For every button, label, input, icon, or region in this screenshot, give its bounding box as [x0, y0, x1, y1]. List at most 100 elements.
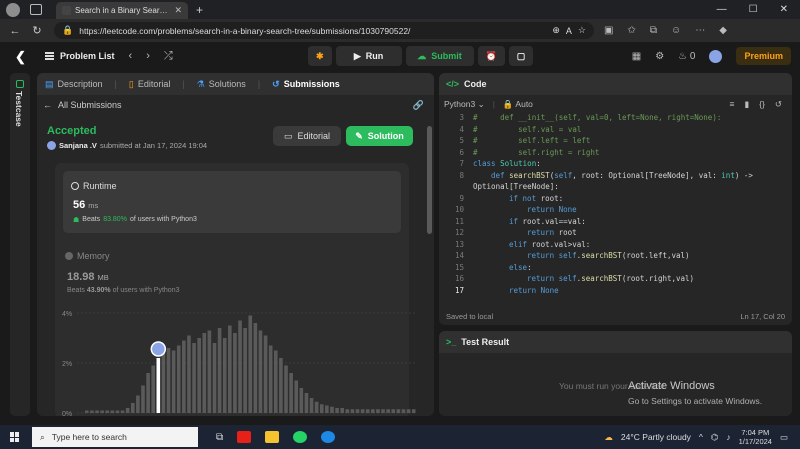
format-icon[interactable]: ≡ [730, 99, 735, 110]
edge-icon[interactable] [321, 431, 336, 443]
chart-bar[interactable] [309, 398, 314, 413]
chart-bar[interactable] [371, 409, 375, 413]
code-line[interactable]: 14 return self.searchBST(root.left,val) [439, 251, 792, 262]
read-aloud-icon[interactable]: A [566, 26, 572, 36]
chart-bar[interactable] [115, 410, 120, 414]
tab-description[interactable]: ▤ Description [45, 79, 103, 90]
code-line[interactable]: 11 if root.val==val: [439, 217, 792, 228]
whatsapp-icon[interactable] [293, 431, 308, 443]
notifications-icon[interactable]: ▭ [780, 432, 788, 443]
submitter-name[interactable]: Sanjana .V [59, 141, 97, 150]
chart-bar[interactable] [212, 343, 217, 413]
chart-bar[interactable] [289, 373, 293, 413]
chart-bar[interactable] [330, 406, 334, 413]
chart-bar[interactable] [258, 330, 263, 414]
chart-bar[interactable] [411, 409, 416, 413]
bookmark-icon[interactable]: ▮ [745, 99, 750, 110]
chart-bar[interactable] [401, 409, 406, 413]
chart-bar[interactable] [182, 340, 186, 414]
chart-bar[interactable] [146, 373, 150, 413]
chart-bar[interactable] [238, 320, 242, 414]
code-line[interactable]: 6 # self.right = right [439, 148, 792, 159]
code-line[interactable]: 3 # def __init__(self, val=0, left=None, … [439, 113, 792, 124]
favorite-icon[interactable]: ☆ [578, 25, 586, 36]
chart-bar[interactable] [130, 403, 135, 413]
chart-bar[interactable] [360, 409, 365, 413]
browser-profile-icon[interactable] [6, 3, 20, 17]
chart-bar[interactable] [105, 410, 110, 414]
chart-bar[interactable] [263, 335, 268, 414]
left-panel-scrollbar[interactable] [427, 126, 432, 234]
chart-bar[interactable] [284, 365, 288, 414]
chart-bar[interactable] [273, 350, 278, 414]
chart-bar[interactable] [222, 338, 227, 413]
timer-button[interactable]: ⏰ [477, 46, 505, 66]
back-icon[interactable]: ← [4, 25, 26, 37]
code-line[interactable]: 4 # self.val = val [439, 125, 792, 136]
chart-bar[interactable] [85, 410, 89, 414]
tab-submissions[interactable]: ↺ Submissions [272, 79, 340, 90]
run-button[interactable]: ▶ Run [335, 46, 402, 66]
tab-solutions[interactable]: ⚗ Solutions [197, 79, 246, 90]
chart-bar[interactable] [365, 409, 370, 413]
chart-bar[interactable] [120, 410, 125, 414]
chart-bar[interactable] [171, 350, 176, 414]
chart-bar[interactable] [90, 410, 94, 414]
share-link-icon[interactable]: 🔗 [413, 100, 424, 111]
code-line[interactable]: 5 # self.left = left [439, 136, 792, 147]
code-line[interactable]: 13 elif root.val>val: [439, 240, 792, 251]
chart-bar[interactable] [319, 404, 324, 413]
solution-button[interactable]: ✎ Solution [346, 126, 413, 146]
language-select[interactable]: Python3 ⌄ [444, 99, 485, 110]
reset-icon[interactable]: ↺ [775, 99, 782, 110]
chart-bar[interactable] [248, 315, 253, 414]
more-icon[interactable]: ⋯ [695, 25, 705, 36]
refresh-icon[interactable]: ↻ [26, 24, 48, 37]
code-line[interactable]: Optional[TreeNode]: [439, 182, 792, 193]
chart-bar[interactable] [391, 409, 396, 413]
network-icon[interactable]: ⌬ [711, 432, 718, 443]
chart-bar[interactable] [268, 345, 273, 414]
memory-label[interactable]: Memory [65, 251, 110, 261]
code-line[interactable]: 12 return root [439, 228, 792, 239]
split-screen-icon[interactable]: ▣ [604, 25, 613, 36]
chart-bar[interactable] [161, 353, 166, 413]
minimize-icon[interactable]: — [717, 4, 727, 15]
copilot-icon[interactable]: ◆ [719, 25, 727, 36]
testcase-rail[interactable]: Testcase [10, 73, 30, 416]
chart-bar[interactable] [187, 335, 191, 414]
zoom-icon[interactable]: ⊕ [552, 25, 560, 36]
code-editor[interactable]: 3 # def __init__(self, val=0, left=None, … [439, 113, 792, 313]
chart-bar[interactable] [202, 333, 207, 413]
test-result-header[interactable]: >_ Test Result [439, 331, 792, 353]
address-bar[interactable]: 🔒 https://leetcode.com/problems/search-i… [54, 22, 594, 39]
tab-close-icon[interactable]: ✕ [174, 5, 182, 16]
all-submissions-link[interactable]: ← All Submissions 🔗 [37, 95, 434, 115]
runtime-distribution-chart[interactable]: 4% 2% 0% [37, 293, 434, 416]
chart-bar[interactable] [141, 385, 145, 414]
chart-bar[interactable] [294, 380, 299, 414]
chart-bar[interactable] [136, 395, 140, 414]
taskbar-clock[interactable]: 7:04 PM 1/17/2024 [739, 428, 772, 446]
favorites-icon[interactable]: ✩ [627, 25, 635, 36]
chart-bar[interactable] [176, 345, 181, 414]
chart-bar[interactable] [100, 410, 104, 414]
chart-bar[interactable] [325, 405, 329, 414]
chart-bar[interactable] [192, 343, 196, 413]
chart-bar[interactable] [299, 388, 304, 413]
chart-bar-highlight[interactable] [156, 358, 161, 413]
next-problem-icon[interactable]: › [146, 50, 150, 63]
chart-bar[interactable] [217, 328, 222, 413]
code-line[interactable]: 17 return None [439, 286, 792, 297]
leetcode-logo-icon[interactable]: ❮ [15, 49, 27, 64]
browser-tab[interactable]: Search in a Binary Search Tree - L ✕ [56, 2, 188, 19]
close-window-icon[interactable]: ✕ [780, 4, 788, 15]
shuffle-icon[interactable]: ⤮ [164, 50, 173, 63]
submit-button[interactable]: ☁ Submit [405, 46, 474, 66]
chart-bar[interactable] [376, 409, 380, 413]
chart-bar[interactable] [335, 408, 339, 413]
notes-button[interactable]: ▢ [508, 46, 534, 66]
task-view-icon[interactable]: ⧉ [216, 432, 223, 443]
chart-bar[interactable] [345, 409, 350, 413]
youtube-icon[interactable] [237, 431, 252, 443]
